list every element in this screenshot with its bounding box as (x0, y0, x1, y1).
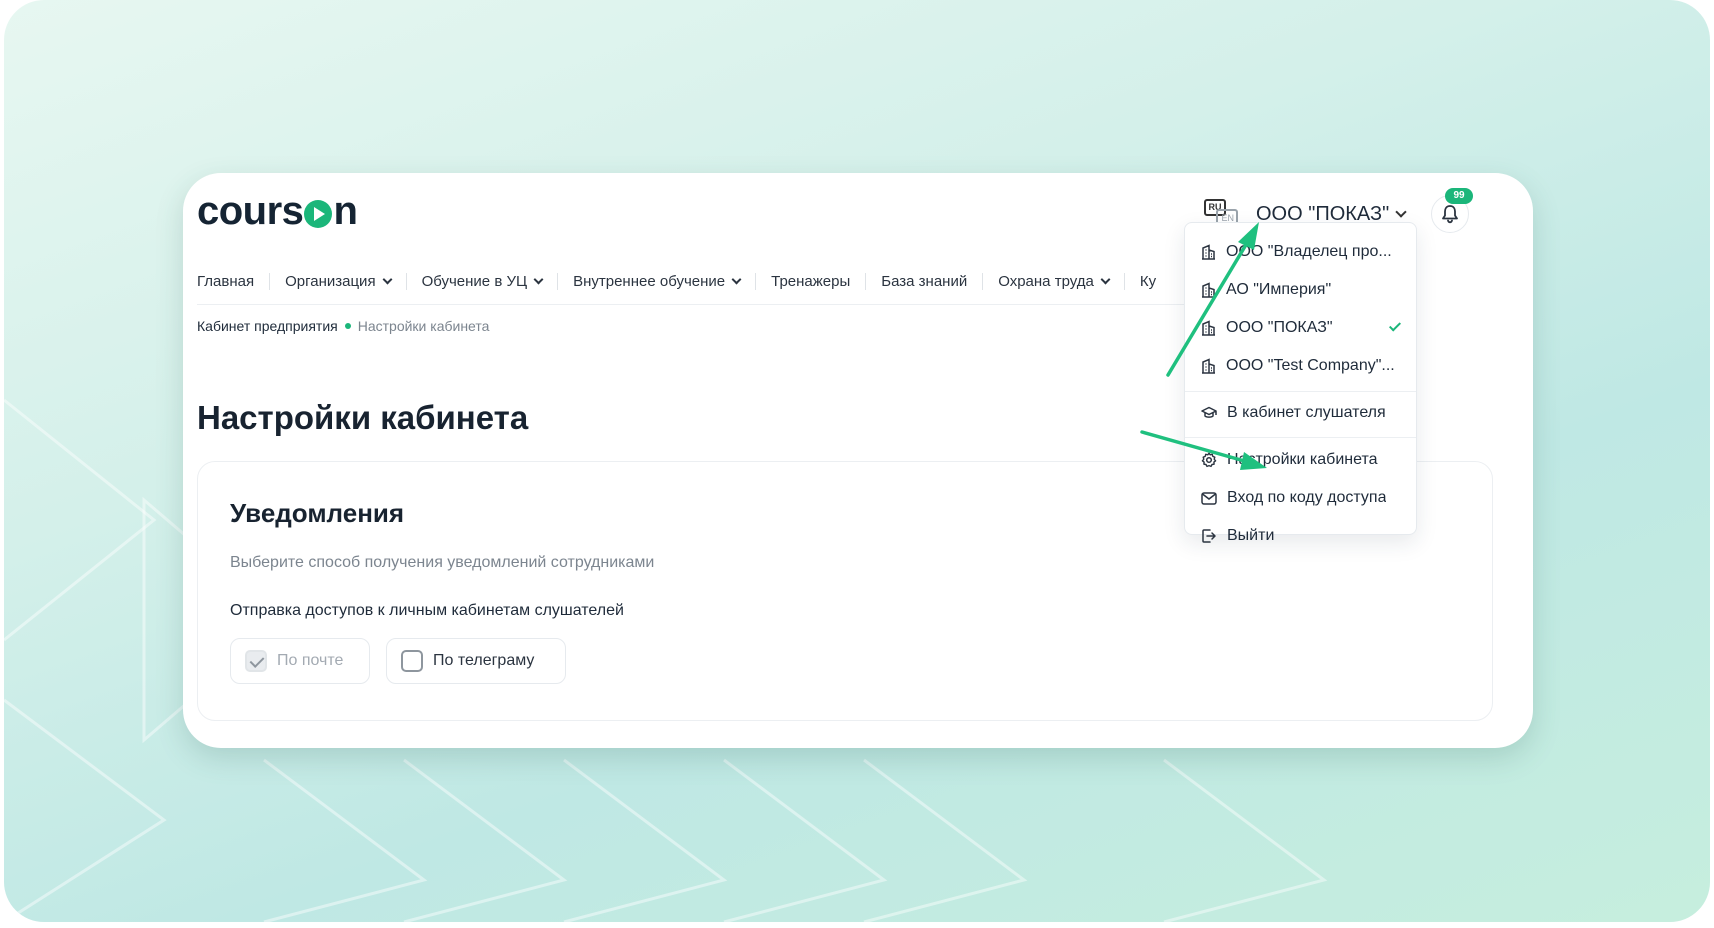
dropdown-company-label: ООО "Владелец про... (1226, 243, 1392, 260)
dropdown-logout[interactable]: Выйти (1201, 523, 1405, 549)
logo-text-end: n (333, 188, 358, 233)
company-dropdown-menu: ООО "Владелец про... АО "Империя" ООО "П… (1184, 222, 1417, 544)
building-icon (1202, 244, 1215, 260)
breadcrumb-separator-dot (344, 323, 351, 329)
dropdown-company-item[interactable]: ООО "Владелец про... (1201, 239, 1405, 265)
gear-icon (1201, 452, 1217, 468)
nav-item-home[interactable]: Главная (197, 273, 269, 290)
building-icon (1202, 320, 1215, 336)
chevron-down-icon (731, 274, 742, 284)
building-icon (1202, 282, 1215, 298)
dropdown-divider (1185, 437, 1416, 438)
nav-item-label: Тренажеры (771, 272, 851, 290)
nav-item-simulators[interactable]: Тренажеры (755, 272, 865, 290)
dropdown-company-label: ООО "ПОКАЗ" (1226, 319, 1333, 336)
option-by-email-label: По почте (277, 652, 344, 669)
nav-item-label: Организация (285, 272, 376, 290)
dropdown-divider (1185, 391, 1416, 392)
option-by-email[interactable]: По почте (230, 638, 370, 684)
chevron-down-icon (1100, 274, 1111, 284)
telegram-checkbox[interactable] (401, 650, 423, 672)
dropdown-student-cabinet[interactable]: В кабинет слушателя (1201, 400, 1405, 426)
play-logo-icon (304, 200, 333, 228)
nav-item-label: Охрана труда (998, 272, 1094, 290)
dropdown-logout-label: Выйти (1227, 527, 1275, 544)
notifications-count-badge: 99 (1445, 188, 1473, 204)
dropdown-company-item[interactable]: ООО "Test Company"... (1201, 353, 1405, 379)
envelope-icon (1201, 491, 1217, 505)
chevron-down-icon (382, 274, 393, 284)
chevron-down-icon (533, 274, 544, 284)
nav-item-labor-safety[interactable]: Охрана труда (982, 272, 1124, 290)
dropdown-cabinet-settings-label: Настройки кабинета (1227, 451, 1378, 468)
option-by-telegram[interactable]: По телеграму (386, 638, 566, 684)
nav-item-label: Ку (1139, 272, 1157, 290)
nav-item-organization[interactable]: Организация (269, 272, 405, 290)
dropdown-cabinet-settings[interactable]: Настройки кабинета (1201, 447, 1405, 473)
nav-item-truncated[interactable]: Ку (1123, 272, 1171, 290)
nav-divider (197, 304, 1327, 305)
option-by-telegram-label: По телеграму (433, 652, 535, 669)
building-icon (1202, 358, 1215, 374)
page-title: Настройки кабинета (197, 399, 529, 436)
dropdown-student-cabinet-label: В кабинет слушателя (1227, 404, 1386, 421)
nav-item-knowledge-base[interactable]: База знаний (865, 272, 982, 290)
email-checkbox[interactable] (245, 650, 267, 672)
dropdown-company-label: ООО "Test Company"... (1226, 357, 1395, 374)
notifications-card-title: Уведомления (230, 498, 405, 528)
breadcrumb-link-enterprise[interactable]: Кабинет предприятия (197, 318, 338, 334)
main-navigation: Главная Организация Обучение в УЦ Внутре… (197, 269, 1197, 293)
bell-icon (1442, 205, 1458, 224)
logout-icon (1202, 529, 1216, 543)
notifications-card-subtitle: Выберите способ получения уведомлений со… (230, 554, 655, 571)
nav-item-label: Обучение в УЦ (421, 272, 528, 290)
dropdown-company-item[interactable]: АО "Империя" (1201, 277, 1405, 303)
nav-item-training-center[interactable]: Обучение в УЦ (405, 272, 558, 290)
dropdown-company-label: АО "Империя" (1226, 281, 1332, 298)
chevron-down-icon (1395, 206, 1407, 218)
nav-item-internal-training[interactable]: Внутреннее обучение (557, 272, 755, 290)
logo-text-start: cours (197, 188, 304, 233)
dropdown-access-code[interactable]: Вход по коду доступа (1201, 485, 1405, 511)
access-sending-label: Отправка доступов к личным кабинетам слу… (230, 602, 624, 619)
graduation-cap-icon (1201, 406, 1217, 418)
nav-item-label: База знаний (881, 272, 968, 290)
breadcrumb: Кабинет предприятия Настройки кабинета (197, 318, 489, 334)
dropdown-company-item-selected[interactable]: ООО "ПОКАЗ" (1201, 315, 1405, 341)
dropdown-access-code-label: Вход по коду доступа (1227, 489, 1387, 506)
nav-item-label: Внутреннее обучение (573, 272, 726, 290)
nav-item-label: Главная (197, 272, 255, 290)
courson-logo[interactable]: cours n (197, 188, 358, 233)
breadcrumb-current: Настройки кабинета (357, 318, 490, 334)
